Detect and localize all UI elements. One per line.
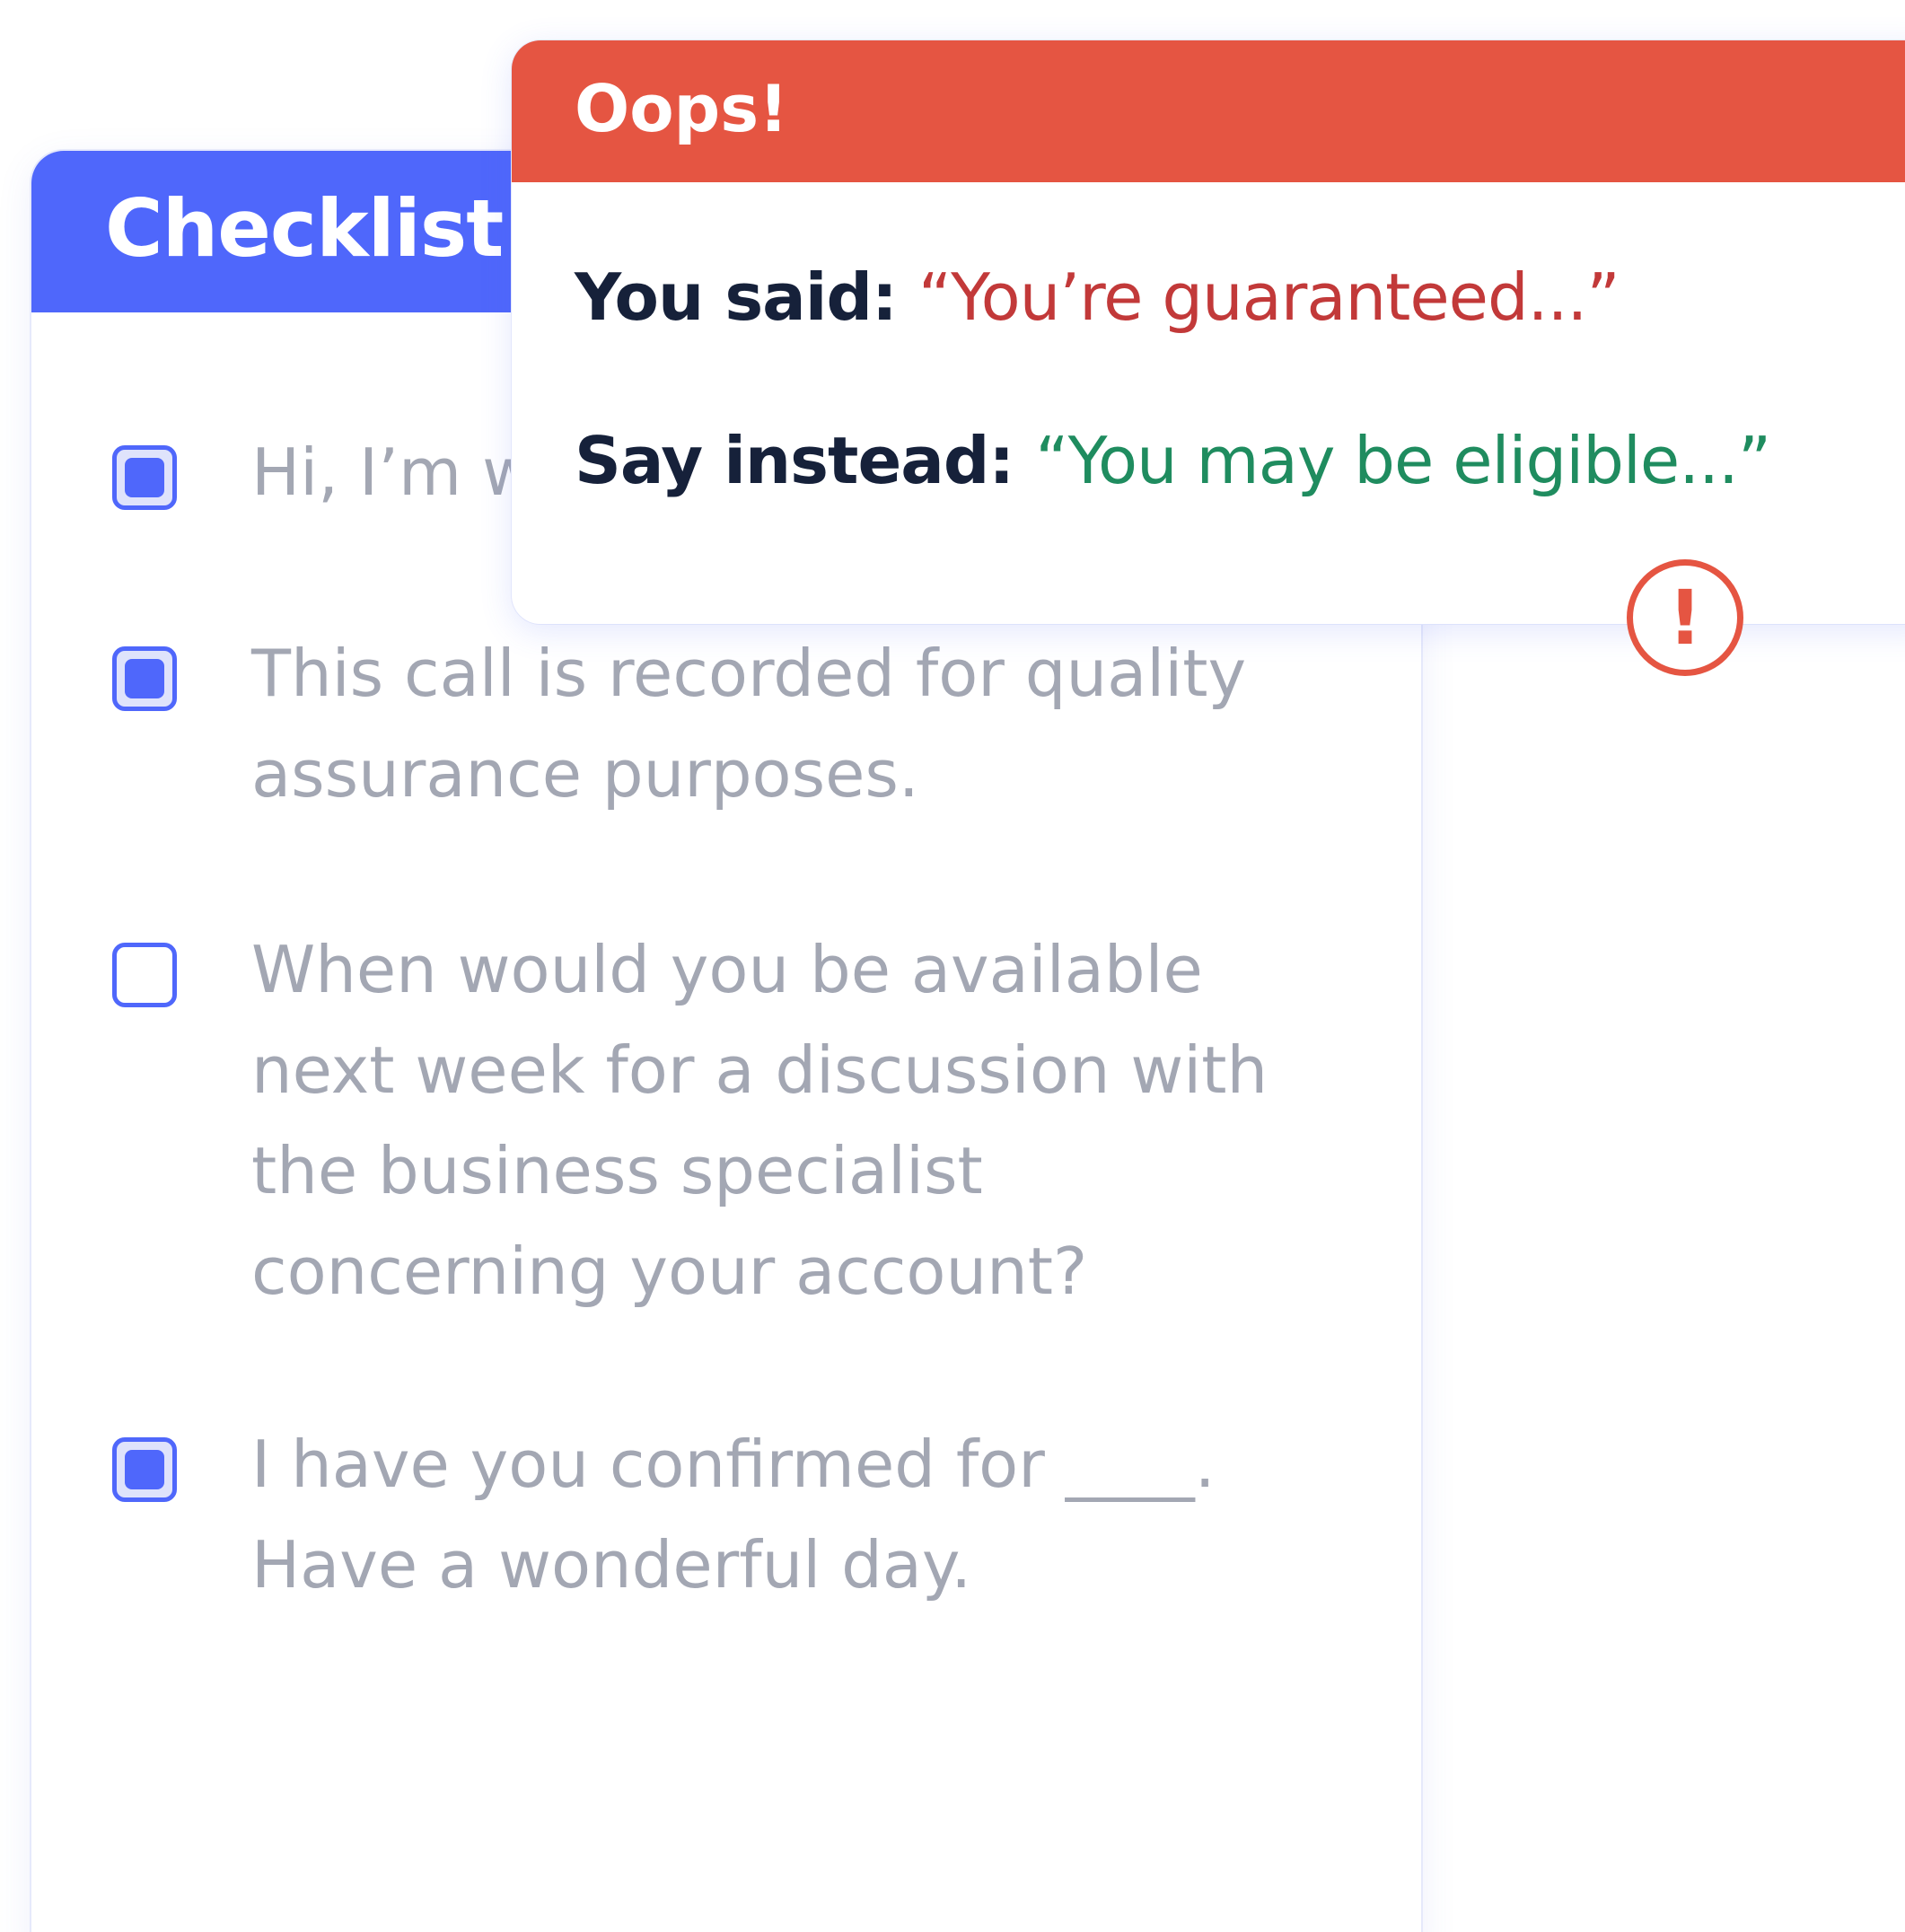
- alert-header: Oops!: [512, 40, 1905, 182]
- you-said-label: You said:: [575, 259, 918, 335]
- checkbox-checked[interactable]: [112, 445, 177, 510]
- compliance-alert: Oops! You said: “You’re guaranteed...” S…: [512, 40, 1905, 624]
- checkbox-checked[interactable]: [112, 646, 177, 711]
- alert-title: Oops!: [575, 71, 788, 146]
- exclamation-circle-icon: !: [1627, 559, 1743, 676]
- checklist-item-text: When would you be available next week fo…: [251, 932, 1269, 1309]
- checklist-item-text: I have you confirmed for ____. Have a wo…: [251, 1427, 1216, 1603]
- say-instead-label: Say instead:: [575, 423, 1036, 498]
- you-said-line: You said: “You’re guaranteed...”: [575, 252, 1620, 342]
- checkbox-checked[interactable]: [112, 1437, 177, 1502]
- checkbox-unchecked[interactable]: [112, 943, 177, 1007]
- you-said-quote: “You’re guaranteed...”: [917, 259, 1620, 335]
- say-instead-quote: “You may be eligible...”: [1035, 423, 1771, 498]
- say-instead-line: Say instead: “You may be eligible...”: [575, 416, 1771, 505]
- checklist-item-text: This call is recorded for quality assura…: [251, 636, 1247, 812]
- screen: Checklist Hi, I’m w This call is recorde…: [0, 0, 1905, 1932]
- checklist-title: Checklist: [105, 182, 504, 275]
